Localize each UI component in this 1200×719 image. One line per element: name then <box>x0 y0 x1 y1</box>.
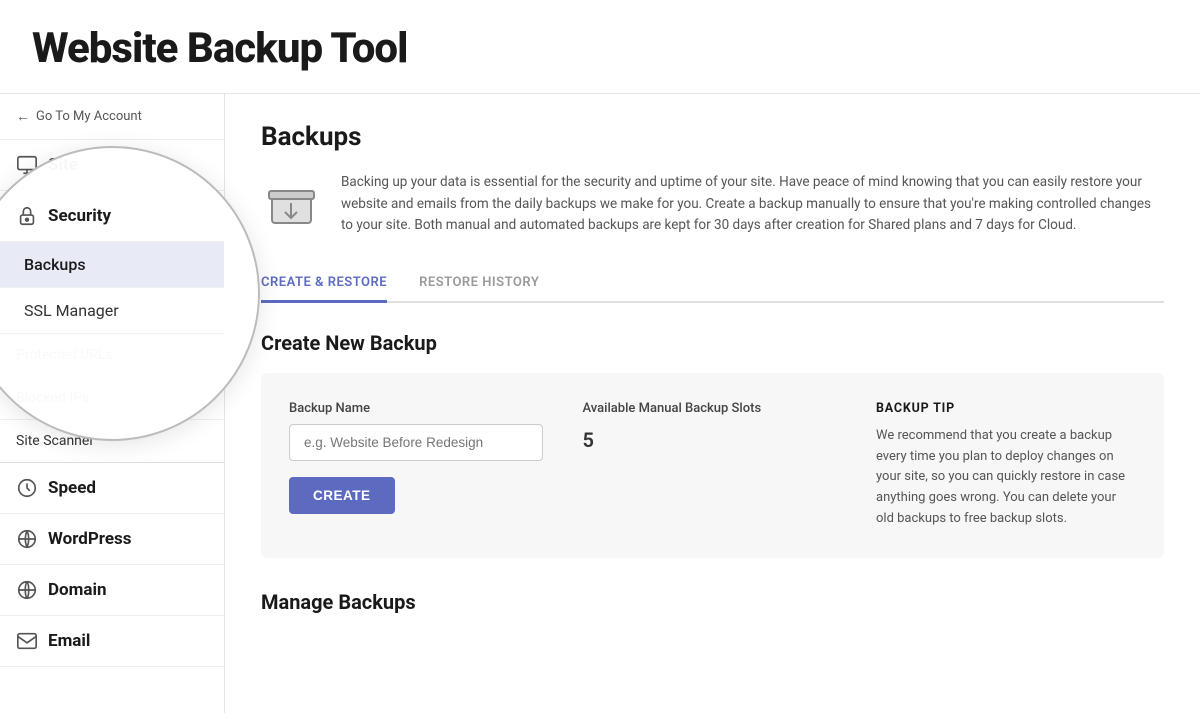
wordpress-icon <box>16 528 38 550</box>
create-backup-heading: Create New Backup <box>261 331 1164 355</box>
backup-box-icon <box>264 175 319 230</box>
available-slots: Available Manual Backup Slots 5 <box>583 401 837 530</box>
main-layout: ← Go To My Account Site <box>0 94 1200 713</box>
backup-name-label: Backup Name <box>289 401 543 416</box>
go-to-account-label: Go To My Account <box>36 109 142 124</box>
tip-text: We recommend that you create a backup ev… <box>876 426 1136 530</box>
sidebar-item-email[interactable]: Email <box>0 616 224 667</box>
sidebar-backups-label: Backups <box>24 255 86 274</box>
create-backup-card: Backup Name CREATE Available Manual Back… <box>261 373 1164 558</box>
sidebar-speed-label: Speed <box>48 478 96 498</box>
sidebar-item-domain[interactable]: Domain <box>0 565 224 616</box>
intro-box: Backing up your data is essential for th… <box>261 172 1164 237</box>
sidebar-security-label: Security <box>48 206 111 226</box>
sidebar-site-scanner-label: Site Scanner <box>16 433 94 449</box>
back-arrow-icon: ← <box>16 108 30 125</box>
sidebar-item-protected-urls[interactable]: Protected URLs <box>0 334 224 377</box>
sidebar-domain-label: Domain <box>48 580 107 600</box>
go-to-account-link[interactable]: ← Go To My Account <box>0 94 224 140</box>
tabs-bar: CREATE & RESTORE RESTORE HISTORY <box>261 265 1164 303</box>
sidebar-protected-urls-label: Protected URLs <box>16 347 113 363</box>
slots-label: Available Manual Backup Slots <box>583 401 837 416</box>
sidebar-item-wordpress[interactable]: WordPress <box>0 514 224 565</box>
domain-icon <box>16 579 38 601</box>
email-icon <box>16 630 38 652</box>
sidebar-item-speed[interactable]: Speed <box>0 463 224 514</box>
main-content: Backups Backing up your data is essentia… <box>225 94 1200 713</box>
tab-create-restore[interactable]: CREATE & RESTORE <box>261 265 387 303</box>
security-section: Security Backups SSL Manager <box>0 191 224 334</box>
intro-text: Backing up your data is essential for th… <box>341 172 1164 237</box>
backup-name-input[interactable] <box>289 424 543 461</box>
page-title: Website Backup Tool <box>32 24 1168 73</box>
backup-form-area: Backup Name CREATE <box>289 401 543 530</box>
sidebar-item-blocked-ips[interactable]: Blocked IPs <box>0 377 224 420</box>
create-backup-button[interactable]: CREATE <box>289 477 395 514</box>
backup-name-group: Backup Name <box>289 401 543 461</box>
sidebar-item-site[interactable]: Site <box>0 140 224 191</box>
sidebar-item-site-scanner[interactable]: Site Scanner <box>0 420 224 463</box>
section-title: Backups <box>261 122 1164 152</box>
sidebar: ← Go To My Account Site <box>0 94 225 713</box>
page-header: Website Backup Tool <box>0 0 1200 94</box>
tip-title: BACKUP TIP <box>876 401 1136 416</box>
manage-backups-heading: Manage Backups <box>261 590 1164 614</box>
slots-value: 5 <box>583 424 837 452</box>
sidebar-site-label: Site <box>48 155 78 175</box>
tab-restore-history[interactable]: RESTORE HISTORY <box>419 265 539 303</box>
site-icon <box>16 154 38 176</box>
security-icon <box>16 205 38 227</box>
sidebar-wordpress-label: WordPress <box>48 529 132 549</box>
backup-tip-box: BACKUP TIP We recommend that you create … <box>876 401 1136 530</box>
sidebar-item-ssl-manager[interactable]: SSL Manager <box>0 288 224 334</box>
sidebar-blocked-ips-label: Blocked IPs <box>16 390 89 406</box>
backup-icon-container <box>261 172 321 232</box>
speed-icon <box>16 477 38 499</box>
sidebar-email-label: Email <box>48 631 90 651</box>
sidebar-item-backups[interactable]: Backups <box>0 242 224 288</box>
sidebar-item-security[interactable]: Security <box>0 191 224 242</box>
sidebar-ssl-label: SSL Manager <box>24 301 119 320</box>
